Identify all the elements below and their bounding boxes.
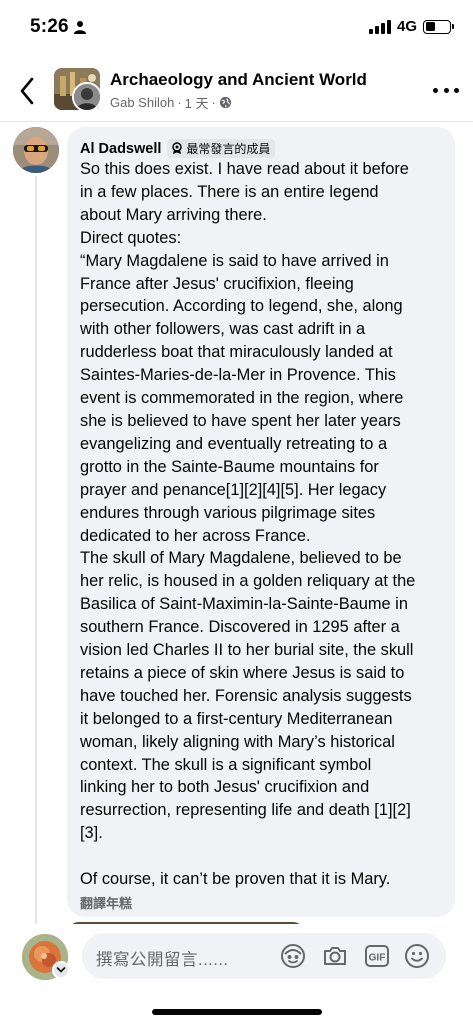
meta-separator: · bbox=[177, 95, 182, 110]
more-horizontal-icon bbox=[433, 87, 438, 93]
svg-text:GIF: GIF bbox=[369, 953, 386, 964]
battery-icon bbox=[423, 19, 454, 34]
comment-composer: 撰寫公開留言...... GIF bbox=[0, 924, 473, 1024]
group-title[interactable]: Archaeology and Ancient World bbox=[110, 70, 367, 90]
camera-button[interactable] bbox=[322, 943, 348, 969]
thread-line bbox=[35, 176, 37, 926]
meta-separator: · bbox=[211, 95, 216, 110]
post-time[interactable]: 1 天 bbox=[185, 93, 209, 112]
commenter-avatar[interactable] bbox=[13, 127, 59, 173]
camera-icon bbox=[324, 947, 346, 965]
comment-input[interactable]: 撰寫公開留言...... GIF bbox=[82, 933, 446, 979]
home-indicator[interactable] bbox=[152, 1009, 322, 1015]
post-meta: Gab Shiloh · 1 天 · bbox=[110, 93, 232, 112]
emoji-button[interactable] bbox=[404, 943, 430, 969]
comment-input-placeholder: 撰寫公開留言...... bbox=[96, 951, 229, 969]
status-bar: 5:26 4G bbox=[0, 0, 473, 56]
chevron-left-icon bbox=[20, 77, 34, 105]
top-contributor-icon bbox=[172, 142, 183, 154]
person-icon bbox=[74, 21, 86, 34]
badge-label: 最常發言的成員 bbox=[186, 142, 271, 156]
poster-avatar[interactable] bbox=[72, 82, 102, 112]
comment-text: So this does exist. I have read about it… bbox=[80, 160, 416, 889]
emoji-icon bbox=[405, 944, 429, 968]
post-header: Archaeology and Ancient World Gab Shiloh… bbox=[0, 60, 473, 122]
avatar-sticker-button[interactable] bbox=[280, 943, 306, 969]
gif-button[interactable]: GIF bbox=[364, 943, 390, 969]
globe-icon bbox=[219, 96, 231, 109]
chevron-down-icon bbox=[56, 967, 66, 973]
status-time: 5:26 bbox=[30, 16, 69, 37]
translate-link[interactable]: 翻譯年糕 bbox=[80, 893, 132, 912]
network-type: 4G bbox=[396, 18, 417, 35]
comment-author[interactable]: Al Dadswell bbox=[80, 141, 161, 157]
top-contributor-badge[interactable]: 最常發言的成員 bbox=[167, 139, 276, 158]
status-indicators: 4G bbox=[368, 18, 454, 35]
avatar-frame-icon bbox=[281, 944, 305, 968]
signal-icon bbox=[368, 19, 391, 34]
comment-author-row: Al Dadswell 最常發言的成員 bbox=[80, 139, 276, 158]
identity-switch-button[interactable] bbox=[52, 961, 70, 979]
gif-icon: GIF bbox=[365, 945, 389, 967]
back-button[interactable] bbox=[12, 74, 42, 108]
more-options-button[interactable] bbox=[433, 80, 459, 100]
poster-name[interactable]: Gab Shiloh bbox=[110, 95, 174, 110]
